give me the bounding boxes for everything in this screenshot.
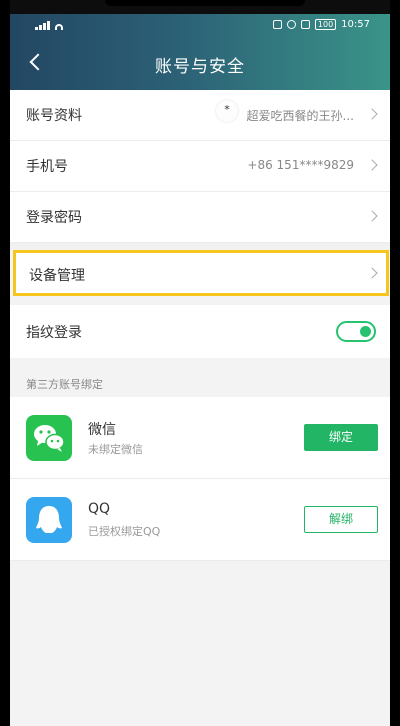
nav-bar: 账号与安全 — [10, 44, 390, 84]
signal-icon — [35, 20, 75, 30]
bind-wechat-button[interactable]: 绑定 — [304, 424, 378, 451]
bind-row-qq: QQ 已授权绑定QQ 解绑 — [10, 479, 390, 561]
row-value: +86 151****9829 — [247, 158, 354, 172]
status-time: 10:57 — [341, 19, 370, 30]
row-label: 账号资料 — [26, 108, 82, 124]
chevron-right-icon — [366, 210, 378, 222]
notch-band — [10, 0, 390, 14]
bind-row-wechat: 微信 未绑定微信 绑定 — [10, 397, 390, 479]
row-fingerprint-login: 指纹登录 — [10, 305, 390, 358]
phone-screen: 100 10:57 账号与安全 账号资料 * 超爱吃西餐的王孙... 手机号 +… — [10, 0, 390, 726]
unbind-qq-button[interactable]: 解绑 — [304, 506, 378, 533]
chevron-right-icon — [366, 159, 378, 171]
page-title: 账号与安全 — [155, 57, 245, 77]
row-label: 手机号 — [26, 159, 68, 175]
fingerprint-toggle[interactable] — [336, 321, 376, 342]
bind-desc: 未绑定微信 — [88, 443, 143, 456]
row-device-management[interactable]: 设备管理 — [13, 250, 389, 296]
row-label: 设备管理 — [29, 268, 85, 284]
battery-icon: 100 — [314, 19, 337, 30]
status-bar: 100 10:57 — [10, 14, 390, 36]
account-list: 账号资料 * 超爱吃西餐的王孙... 手机号 +86 151****9829 登… — [10, 90, 390, 243]
battery-level: 100 — [317, 20, 334, 29]
row-phone-number[interactable]: 手机号 +86 151****9829 — [10, 141, 390, 192]
mute-icon — [300, 20, 310, 29]
chevron-right-icon — [366, 267, 378, 279]
avatar: * — [216, 100, 238, 122]
toggle-knob — [360, 326, 371, 337]
alarm-icon — [286, 20, 296, 29]
bind-name: 微信 — [88, 422, 116, 438]
row-label: 指纹登录 — [26, 325, 82, 341]
row-label: 登录密码 — [26, 210, 82, 226]
chevron-right-icon — [366, 108, 378, 120]
nfc-icon — [272, 20, 282, 29]
bind-desc: 已授权绑定QQ — [88, 525, 161, 538]
status-right: 100 10:57 — [272, 19, 370, 30]
row-value: 超爱吃西餐的王孙... — [246, 109, 354, 123]
app-header: 100 10:57 账号与安全 — [10, 14, 390, 90]
third-party-section-title: 第三方账号绑定 — [26, 378, 103, 391]
bind-name: QQ — [88, 501, 111, 517]
qq-icon — [26, 497, 72, 543]
row-account-profile[interactable]: 账号资料 * 超爱吃西餐的王孙... — [10, 90, 390, 141]
row-login-password[interactable]: 登录密码 — [10, 192, 390, 243]
section-gap — [10, 243, 390, 249]
notch — [105, 0, 305, 6]
wechat-icon — [26, 415, 72, 461]
